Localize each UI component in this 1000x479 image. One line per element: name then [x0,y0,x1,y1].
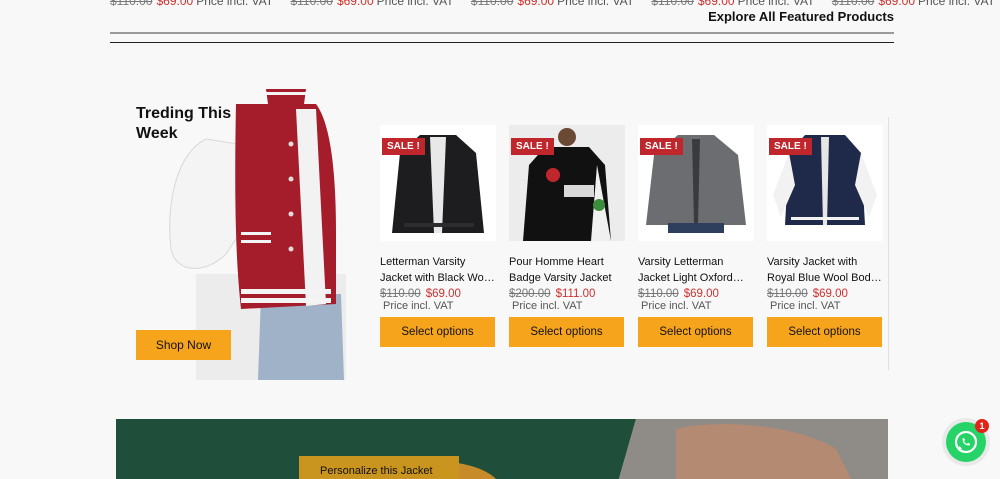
vat-note: Price incl. VAT [641,300,712,312]
divider [110,42,894,43]
product-price: $200.00 $111.00 [509,288,596,300]
sale-badge: SALE ! [640,138,683,155]
hero-title: Treding This Week [136,105,232,142]
product-name[interactable]: Letterman Varsity Jacket with Black Wo… [380,254,496,286]
price-strip: $110.00 $69.00 Price incl. VAT $110.00 $69.… [110,0,1000,8]
select-options-button[interactable]: Select options [380,317,495,347]
price-strip-item: $110.00 $69.00 Price incl. VAT [831,0,995,8]
sale-badge: SALE ! [769,138,812,155]
product-image[interactable]: SALE ! [767,125,883,241]
notification-badge: 1 [975,419,989,433]
personalize-jacket-button[interactable]: Personalize this Jacket [299,456,459,479]
product-carousel: SALE ! Letterman Varsity Jacket with Bla… [372,117,889,370]
product-price: $110.00 $69.00 [380,288,461,300]
select-options-button[interactable]: Select options [509,317,624,347]
vat-note: Price incl. VAT [383,300,454,312]
product-image[interactable]: SALE ! [380,125,496,241]
banner-image [116,419,888,479]
product-image[interactable]: SALE ! [509,125,625,241]
select-options-button[interactable]: Select options [767,317,882,347]
explore-featured-link[interactable]: Explore All Featured Products [708,9,894,24]
product-card[interactable]: SALE ! Varsity Jacket with Royal Blue Wo… [767,125,883,347]
divider [110,32,894,34]
product-price: $110.00 $69.00 [638,288,719,300]
vat-note: Price incl. VAT [512,300,583,312]
select-options-button[interactable]: Select options [638,317,753,347]
product-image[interactable]: SALE ! [638,125,754,241]
product-card[interactable]: SALE ! Letterman Varsity Jacket with Bla… [380,125,496,347]
sale-badge: SALE ! [511,138,554,155]
price-strip-item: $110.00 $69.00 Price incl. VAT [470,0,635,8]
price-strip-item: $110.00 $69.00 Price incl. VAT [651,0,815,8]
price-strip-item: $110.00 $69.00 Price incl. VAT [110,0,274,8]
product-name[interactable]: Varsity Jacket with Royal Blue Wool Bod… [767,254,883,286]
shop-now-button[interactable]: Shop Now [136,330,231,360]
product-card[interactable]: SALE ! Varsity Letterman Jacket Light Ox… [638,125,754,347]
personalize-banner [116,419,888,479]
price-strip-item: $110.00 $69.00 Price incl. VAT [290,0,454,8]
trending-hero: Treding This Week Shop Now [136,84,351,380]
sale-badge: SALE ! [382,138,425,155]
product-card[interactable]: SALE ! Pour Homme Heart Badge Varsity Ja… [509,125,625,347]
product-name[interactable]: Varsity Letterman Jacket Light Oxford… [638,254,754,286]
vat-note: Price incl. VAT [770,300,841,312]
product-price: $110.00 $69.00 [767,288,848,300]
product-name[interactable]: Pour Homme Heart Badge Varsity Jacket [509,254,625,286]
